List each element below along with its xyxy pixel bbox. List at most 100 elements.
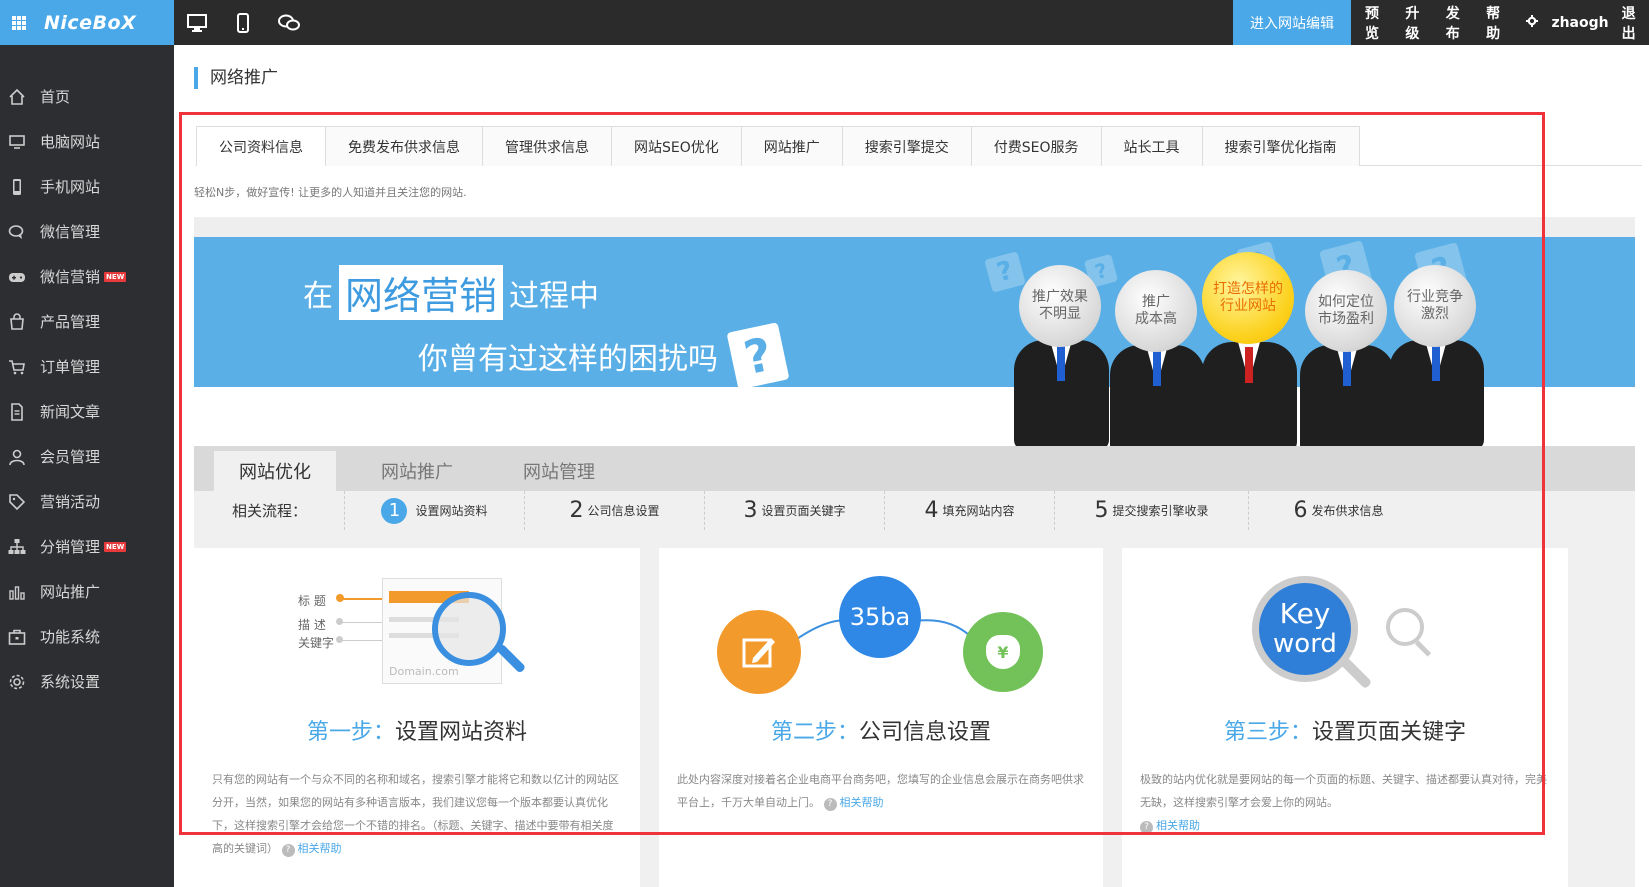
tab-site-promotion[interactable]: 网站推广: [740, 126, 843, 166]
banner-text: 在: [303, 278, 333, 314]
process-label: 相关流程：: [232, 502, 308, 520]
top-bar: NiceBoX 进入网站编辑 预览 升级 发布 帮助 zhaogh 退出: [0, 0, 1649, 45]
sidebar-item-campaigns[interactable]: 营销活动: [0, 479, 174, 524]
sidebar-item-distribution[interactable]: 分销管理 NEW: [0, 524, 174, 569]
preview-link[interactable]: 预览: [1365, 3, 1392, 43]
figure-head: 打造怎样的 行业网站: [1202, 252, 1294, 344]
phone-icon: [8, 178, 26, 196]
card-title-text: 设置页面关键字: [1312, 720, 1467, 745]
mobile-icon[interactable]: [232, 12, 254, 34]
monitor-icon: [8, 133, 26, 151]
sidebar-item-mobile-site[interactable]: 手机网站: [0, 164, 174, 209]
card-desc-text: 只有您的网站有一个与众不同的名称和域名，搜索引擎才能将它和数以亿计的网站区分开，…: [212, 773, 619, 855]
figure-tie: [1343, 350, 1351, 386]
help-link[interactable]: ? 相关帮助: [1140, 819, 1200, 834]
magnifier-handle: [1339, 656, 1373, 690]
card-description: 极致的站内优化就是要网站的每一个页面的标题、关键字、描述都要认真对待，完美无缺，…: [1140, 768, 1550, 837]
help-text: 相关帮助: [839, 796, 884, 809]
publish-link[interactable]: 发布: [1446, 3, 1473, 43]
process-panel: 网站优化 网站推广 网站管理 相关流程： 1 设置网站资料 2 公司信息设置 3…: [194, 446, 1635, 530]
username[interactable]: zhaogh: [1551, 15, 1608, 31]
illus-dot: [336, 636, 343, 643]
process-step[interactable]: 2 公司信息设置: [524, 491, 704, 530]
chat-icon: [8, 223, 26, 241]
tab-manage-supply[interactable]: 管理供求信息: [482, 126, 612, 166]
tab-free-post-supply[interactable]: 免费发布供求信息: [325, 126, 483, 166]
sidebar-item-wechat-marketing[interactable]: 微信营销 NEW: [0, 254, 174, 299]
card-title: 第三步：设置页面关键字: [1122, 714, 1568, 746]
logout-link[interactable]: 退出: [1622, 3, 1649, 43]
brand[interactable]: NiceBoX: [0, 0, 174, 45]
sidebar-item-wechat[interactable]: 微信管理: [0, 209, 174, 254]
head-text: 行业网站: [1220, 298, 1276, 314]
sidebar-item-label: 功能系统: [40, 628, 101, 646]
step-cards: 标 题 描 述 关键字 Domain.com 第一步：设置网站资料 只有您的网站…: [194, 530, 1635, 887]
step-number: 1: [381, 497, 408, 524]
sidebar-item-members[interactable]: 会员管理: [0, 434, 174, 479]
help-link[interactable]: ? 相关帮助: [823, 796, 884, 811]
head-text: 推广效果: [1032, 289, 1088, 305]
divider-strip: [194, 217, 1635, 237]
sidebar-item-label: 营销活动: [40, 493, 101, 511]
tab-site-promotion-process[interactable]: 网站推广: [356, 451, 478, 491]
upgrade-link[interactable]: 升级: [1405, 3, 1432, 43]
step-card: 标 题 描 述 关键字 Domain.com 第一步：设置网站资料 只有您的网站…: [194, 548, 640, 887]
step-label: 提交搜索引擎收录: [1112, 504, 1209, 518]
desktop-icon[interactable]: [186, 12, 208, 34]
wechat-icon[interactable]: [278, 12, 300, 34]
sidebar-item-products[interactable]: 产品管理: [0, 299, 174, 344]
tab-company-info[interactable]: 公司资料信息: [196, 126, 326, 166]
sidebar-item-settings[interactable]: 系统设置: [0, 659, 174, 704]
sidebar-item-orders[interactable]: 订单管理: [0, 344, 174, 389]
step-card: 35ba ¥ 第二步：公司信息设置 此处内容深度对接着名企业电商平台商务吧，您填…: [659, 548, 1103, 887]
card-title: 第二步：公司信息设置: [659, 714, 1103, 746]
sidebar-item-label: 手机网站: [40, 178, 101, 196]
home-icon: [8, 88, 26, 106]
step-label: 填充网站内容: [942, 504, 1015, 518]
illus-dot: [336, 618, 343, 625]
illus-connector: [338, 598, 386, 600]
banner-subheadline: 你曾有过这样的困扰吗 ?: [418, 322, 790, 387]
tab-webmaster-tools[interactable]: 站长工具: [1100, 126, 1203, 166]
head-text: 如何定位: [1318, 294, 1374, 310]
process-step[interactable]: 6 发布供求信息: [1248, 491, 1428, 530]
process-step[interactable]: 4 填充网站内容: [884, 491, 1054, 530]
help-link[interactable]: ? 相关帮助: [281, 842, 342, 857]
process-steps: 相关流程： 1 设置网站资料 2 公司信息设置 3 设置页面关键字 4 填充网站…: [194, 491, 1635, 530]
sidebar-item-home[interactable]: 首页: [0, 74, 174, 119]
process-step[interactable]: 5 提交搜索引擎收录: [1054, 491, 1248, 530]
bag-icon: [8, 312, 26, 331]
35ba-badge: 35ba: [839, 576, 921, 658]
tab-seo-guide[interactable]: 搜索引擎优化指南: [1201, 126, 1360, 166]
sidebar-item-news[interactable]: 新闻文章: [0, 389, 174, 434]
sitemap-icon: [8, 538, 26, 556]
new-badge: NEW: [104, 271, 127, 282]
process-step[interactable]: 3 设置页面关键字: [704, 491, 884, 530]
document-icon: [8, 402, 26, 421]
sidebar-item-functions[interactable]: 功能系统: [0, 614, 174, 659]
figure-head: 行业竞争 激烈: [1394, 265, 1476, 347]
tab-search-submit[interactable]: 搜索引擎提交: [841, 126, 972, 166]
keyword-text: word: [1273, 629, 1337, 659]
illus-connector: [338, 622, 386, 623]
enter-site-editor-button[interactable]: 进入网站编辑: [1233, 0, 1351, 45]
card-title-text: 设置网站资料: [395, 720, 528, 745]
gear-icon[interactable]: [1526, 14, 1539, 31]
sidebar-item-label: 微信管理: [40, 223, 101, 241]
tab-site-optimization[interactable]: 网站优化: [214, 451, 336, 491]
tab-site-management[interactable]: 网站管理: [498, 451, 620, 491]
apps-grid-icon[interactable]: [12, 15, 26, 30]
sidebar-item-pc-site[interactable]: 电脑网站: [0, 119, 174, 164]
help-link[interactable]: 帮助: [1486, 3, 1513, 43]
figure-tie: [1432, 345, 1440, 381]
step-number: 4: [924, 498, 939, 523]
illus-label: 标 题: [298, 594, 326, 608]
head-text: 行业竞争: [1407, 289, 1463, 305]
tab-paid-seo[interactable]: 付费SEO服务: [970, 126, 1102, 166]
businessman-figure: 推广 成本高: [1110, 242, 1210, 462]
sidebar-item-promotion[interactable]: 网站推广: [0, 569, 174, 614]
tab-seo-optimization[interactable]: 网站SEO优化: [611, 126, 742, 166]
process-step[interactable]: 1 设置网站资料: [344, 491, 524, 530]
page-title: 网络推广: [194, 67, 278, 89]
device-switcher: [186, 0, 300, 45]
